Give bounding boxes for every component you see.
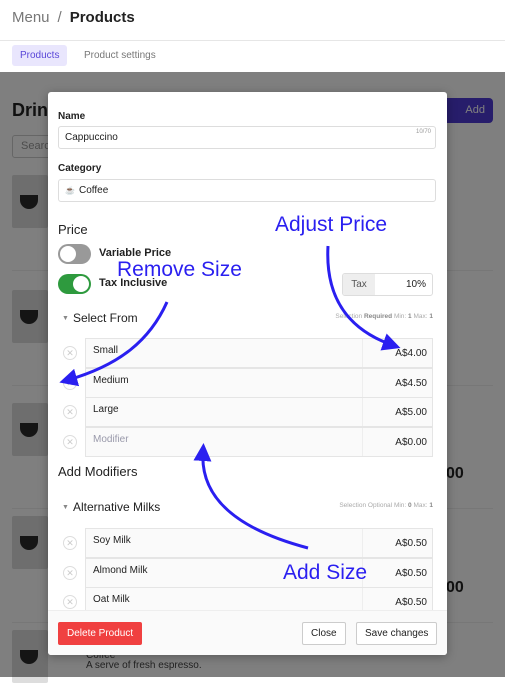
annotation-adjust-price: Adjust Price: [275, 213, 388, 236]
annotation-remove-size: Remove Size: [117, 258, 242, 281]
adjust-price-arrow: [326, 245, 401, 351]
annotation-arrows: [59, 245, 401, 550]
remove-size-arrow: [59, 301, 169, 387]
annotation-add-size: Add Size: [283, 561, 368, 584]
add-size-arrow: [193, 443, 309, 550]
